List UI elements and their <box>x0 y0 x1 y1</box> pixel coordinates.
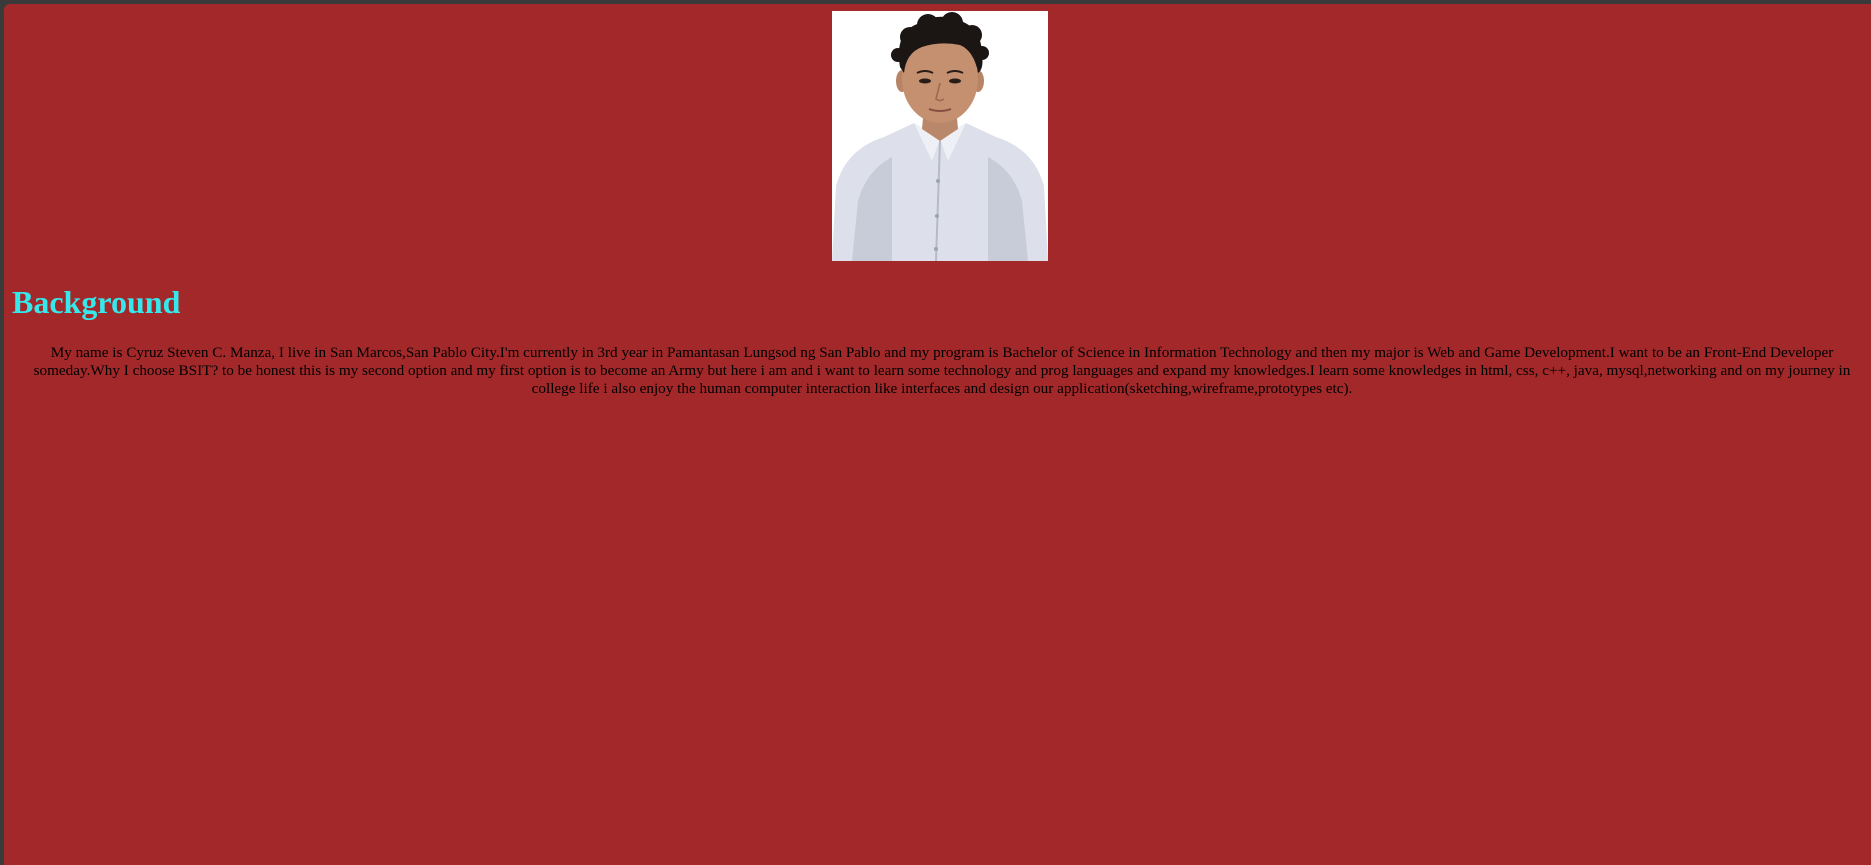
bio-paragraph: My name is Cyruz Steven C. Manza, I live… <box>33 344 1851 397</box>
page-body: Background My name is Cyruz Steven C. Ma… <box>4 4 1871 865</box>
portrait-photo-icon <box>832 11 1048 261</box>
page-title: Background <box>12 284 181 320</box>
profile-photo <box>832 11 1048 261</box>
